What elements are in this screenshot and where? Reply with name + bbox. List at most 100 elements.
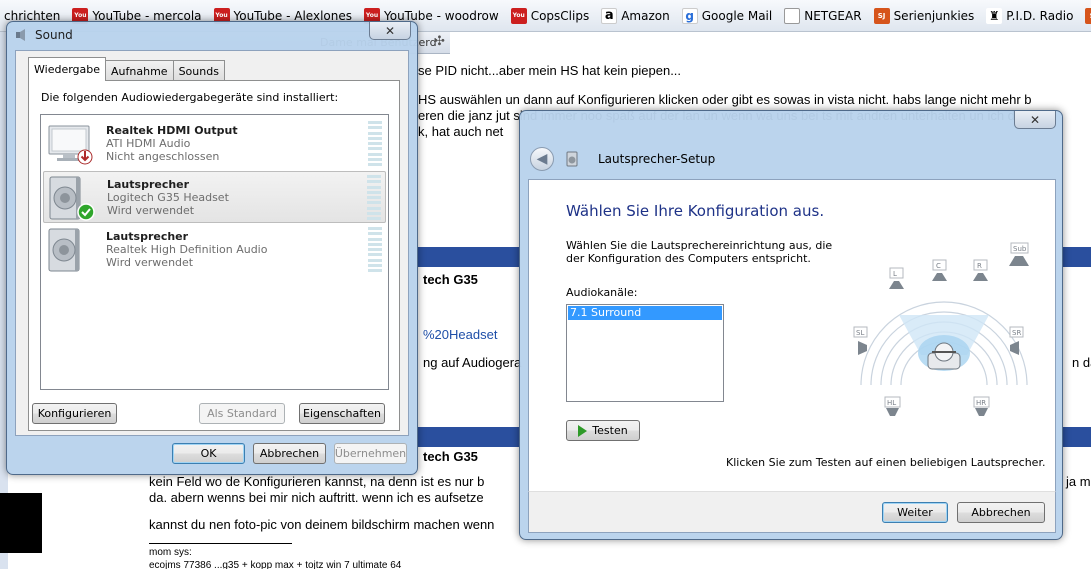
serienjunkies-icon: SJ (873, 7, 890, 24)
bookmark-item[interactable]: a Amazon (601, 7, 670, 24)
device-name: Lautsprecher (107, 178, 190, 191)
bookmark-item[interactable]: You CopsClips (510, 7, 590, 24)
device-driver: Logitech G35 Headset (107, 191, 229, 204)
back-button[interactable]: ◀ (530, 147, 554, 171)
device-name: Realtek HDMI Output (106, 124, 238, 137)
device-list: Realtek HDMI Output ATI HDMI Audio Nicht… (40, 114, 389, 390)
post-header-band (1062, 427, 1091, 447)
device-driver: ATI HDMI Audio (106, 137, 191, 150)
signature-line: ecojms 77386 ...g35 + kopp max + tojtz w… (149, 560, 402, 569)
post-link[interactable]: %20Headset (423, 327, 497, 342)
ok-button[interactable]: OK (172, 443, 245, 464)
wizard-footer: Weiter Abbrechen (528, 491, 1056, 533)
close-icon: ✕ (1029, 112, 1041, 127)
properties-button[interactable]: Eigenschaften (299, 403, 385, 424)
device-status: Wird verwendet (107, 204, 195, 217)
device-name: Lautsprecher (106, 230, 189, 243)
device-status: Wird verwendet (106, 256, 194, 269)
cancel-button[interactable]: Abbrechen (253, 443, 326, 464)
set-default-button[interactable]: Als Standard (199, 403, 285, 424)
device-driver: Realtek High Definition Audio (106, 243, 268, 256)
monitor-icon (48, 125, 93, 165)
post-text-line: kein Feld wo de Konfigurieren kannst, na… (149, 474, 485, 489)
youtube-icon: You (510, 7, 527, 24)
bookmark-label: P.I.D. Radio (1006, 8, 1074, 23)
channels-listbox[interactable]: 7.1 Surround (566, 304, 724, 402)
post-text-line: ja m (1066, 474, 1091, 489)
speaker-icon (16, 29, 25, 41)
bookmark-item[interactable]: g Google Mail (681, 7, 772, 24)
test-button-label: Testen (592, 424, 628, 437)
speaker-side-right-icon: SR (1009, 326, 1024, 355)
back-arrow-icon: ◀ (536, 151, 548, 167)
post-text-line: HS auswählen un dann auf Konfigurieren k… (418, 92, 1032, 107)
speaker-device-icon (48, 228, 80, 272)
speaker-label: L (893, 270, 897, 278)
bookmark-label: Serienjunkies (893, 8, 975, 23)
panel-description: Die folgenden Audiowiedergabegeräte sind… (41, 91, 339, 104)
speaker-label: SR (1012, 329, 1021, 337)
post-text-line: da. abern wenns bei mir nich auftritt. w… (149, 490, 484, 505)
wizard-title: Lautsprecher-Setup (598, 152, 716, 166)
close-icon: ✕ (384, 23, 396, 38)
tab-sounds[interactable]: Sounds (172, 60, 225, 81)
apply-button[interactable]: Übernehmen (334, 443, 407, 464)
bookmark-item[interactable]: SJSerienjunkies » The (1085, 7, 1091, 24)
speaker-setup-icon (566, 151, 578, 167)
device-item-g35[interactable]: Lautsprecher Logitech G35 Headset Wird v… (43, 171, 386, 223)
wizard-hint: Klicken Sie zum Testen auf einen beliebi… (726, 456, 1046, 469)
speaker-label: C (936, 262, 941, 270)
post-header-band (418, 427, 520, 447)
device-item-hdmi[interactable]: Realtek HDMI Output ATI HDMI Audio Nicht… (43, 118, 386, 170)
speaker-front-left-icon: L (889, 267, 904, 289)
play-icon (578, 424, 588, 437)
wizard-heading: Wählen Sie Ihre Konfiguration aus. (566, 202, 825, 220)
cancel-button[interactable]: Abbrechen (957, 502, 1045, 523)
level-meter (368, 121, 382, 166)
new-tab-icon[interactable]: ✣ (434, 34, 445, 49)
speaker-device-icon (49, 176, 95, 221)
signature-divider (149, 543, 292, 544)
channels-label: Audiokanäle: (566, 286, 638, 299)
wizard-header: ◀ Lautsprecher-Setup (528, 139, 1056, 179)
post-header-band (418, 247, 520, 267)
channel-option[interactable]: 7.1 Surround (568, 306, 722, 320)
test-button[interactable]: Testen (566, 420, 640, 441)
speaker-label: HR (976, 399, 986, 407)
document-icon (784, 7, 801, 24)
amazon-icon: a (601, 7, 618, 24)
speaker-front-right-icon: R (973, 259, 988, 281)
speaker-label: Sub (1013, 245, 1027, 253)
bookmark-item[interactable]: ♜ P.I.D. Radio (986, 7, 1074, 24)
speaker-subwoofer-icon: Sub (1009, 242, 1029, 266)
wiedergabe-panel: Die folgenden Audiowiedergabegeräte sind… (28, 80, 400, 431)
speaker-label: HL (887, 399, 896, 407)
post-text-line: se PID nicht...aber mein HS hat kein pie… (418, 63, 682, 78)
post-text-line: n da (1072, 355, 1091, 370)
speaker-high-left-icon: HL (884, 396, 901, 416)
post-heading: tech G35 (423, 449, 478, 464)
configure-button[interactable]: Konfigurieren (32, 403, 117, 424)
next-button[interactable]: Weiter (882, 502, 948, 523)
speaker-layout-diagram: L C R Sub SL SR HL HR (853, 242, 1029, 416)
post-heading: tech G35 (423, 272, 478, 287)
speaker-center-icon: C (932, 259, 947, 281)
sound-titlebar[interactable]: Sound (7, 22, 417, 48)
tab-wiedergabe[interactable]: Wiedergabe (28, 57, 107, 81)
post-header-band (1062, 247, 1091, 267)
serienjunkies-icon: SJ (1085, 7, 1091, 24)
signature-title: mom sys: (149, 547, 192, 558)
pid-icon: ♜ (986, 7, 1003, 24)
device-item-realtek[interactable]: Lautsprecher Realtek High Definition Aud… (43, 224, 386, 276)
close-button[interactable]: ✕ (1014, 111, 1056, 129)
bookmark-label: CopsClips (530, 8, 590, 23)
tab-aufnahme[interactable]: Aufnahme (105, 60, 174, 81)
bookmark-label: Amazon (621, 8, 670, 23)
close-button[interactable]: ✕ (369, 22, 411, 40)
sound-dialog: Sound ✕ Wiedergabe Aufnahme Sounds Die f… (6, 21, 418, 475)
sound-client-area: Wiedergabe Aufnahme Sounds Die folgenden… (15, 50, 409, 436)
bookmark-item[interactable]: NETGEAR (784, 7, 862, 24)
bookmark-item[interactable]: SJ Serienjunkies (873, 7, 975, 24)
speaker-label: R (977, 262, 982, 270)
sound-tabs: Wiedergabe Aufnahme Sounds (28, 57, 225, 81)
